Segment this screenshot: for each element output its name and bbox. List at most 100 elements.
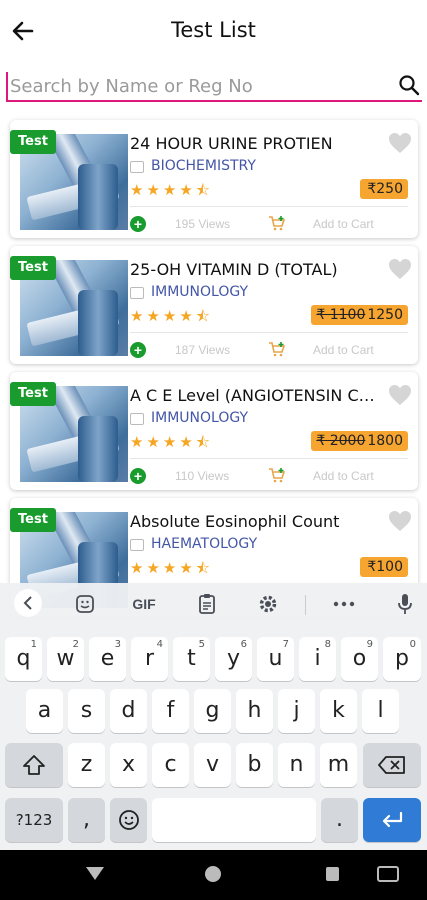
list-item[interactable]: Test 24 HOUR URINE PROTIEN BIOCHEMISTRY …: [10, 120, 418, 238]
key-t[interactable]: t5: [173, 637, 210, 681]
key-m[interactable]: m: [320, 743, 357, 787]
key-e[interactable]: e3: [89, 637, 126, 681]
backspace-key[interactable]: [363, 743, 421, 787]
key-z[interactable]: z: [68, 743, 105, 787]
divider: [130, 458, 408, 459]
key-label: q: [16, 646, 31, 671]
add-to-cart-button[interactable]: Add to Cart: [313, 343, 374, 357]
key-r[interactable]: r4: [131, 637, 168, 681]
key-f[interactable]: f: [152, 689, 189, 733]
key-q[interactable]: q1: [5, 637, 42, 681]
shift-icon: [23, 755, 45, 775]
enter-key[interactable]: [363, 798, 421, 842]
heart-icon[interactable]: [388, 258, 412, 280]
sticker-icon[interactable]: [72, 591, 98, 617]
more-icon[interactable]: [330, 591, 358, 617]
plus-icon[interactable]: +: [130, 468, 146, 484]
key-label: y: [226, 646, 241, 671]
test-category: HAEMATOLOGY: [151, 536, 258, 552]
key-n[interactable]: n: [278, 743, 315, 787]
key-hint: 0: [409, 639, 416, 650]
key-y[interactable]: y6: [215, 637, 252, 681]
price-old: ₹ 1100: [316, 307, 366, 323]
period-key[interactable]: .: [321, 798, 358, 842]
header: Test List: [0, 0, 427, 62]
price-tag: ₹ 2000 1800: [311, 431, 408, 451]
key-p[interactable]: p0: [383, 637, 421, 681]
list-item[interactable]: Test A C E Level (ANGIOTENSIN CO... IMMU…: [10, 372, 418, 490]
key-hint: 9: [366, 639, 373, 650]
gear-icon[interactable]: [255, 591, 281, 617]
system-nav-bar: [0, 850, 427, 900]
add-to-cart-button[interactable]: Add to Cart: [313, 217, 374, 231]
backspace-icon: [378, 756, 405, 774]
list-item[interactable]: Test 25-OH VITAMIN D (TOTAL) IMMUNOLOGY …: [10, 246, 418, 364]
key-hint: 5: [198, 639, 205, 650]
key-b[interactable]: b: [236, 743, 273, 787]
key-o[interactable]: o9: [341, 637, 378, 681]
emoji-key[interactable]: [110, 798, 147, 842]
search-icon[interactable]: [398, 74, 420, 96]
app-screen: Test List Test 24 HOUR URINE PROTIEN BIO…: [0, 0, 427, 900]
key-g[interactable]: g: [194, 689, 231, 733]
key-c[interactable]: c: [152, 743, 189, 787]
test-category: IMMUNOLOGY: [151, 410, 249, 426]
key-j[interactable]: j: [278, 689, 315, 733]
cart-icon[interactable]: [268, 341, 286, 357]
price-old: ₹ 2000: [316, 433, 366, 449]
key-s[interactable]: s: [68, 689, 105, 733]
plus-icon[interactable]: +: [130, 216, 146, 232]
key-v[interactable]: v: [194, 743, 231, 787]
key-hint: 4: [156, 639, 163, 650]
nav-back-icon[interactable]: [86, 867, 104, 880]
nav-recents-icon[interactable]: [326, 867, 339, 881]
test-badge: Test: [10, 382, 56, 406]
key-label: u: [268, 646, 283, 671]
gif-button[interactable]: GIF: [126, 591, 162, 617]
key-a[interactable]: a: [26, 689, 63, 733]
key-label: i: [314, 646, 321, 671]
key-h[interactable]: h: [236, 689, 273, 733]
key-label: o: [352, 646, 367, 671]
heart-icon[interactable]: [388, 510, 412, 532]
category-icon: [130, 287, 144, 299]
heart-icon[interactable]: [388, 132, 412, 154]
add-to-cart-button[interactable]: Add to Cart: [313, 469, 374, 483]
search-input[interactable]: [6, 72, 386, 100]
key-l[interactable]: l: [362, 689, 399, 733]
price-tag: ₹250: [360, 179, 408, 199]
key-hint: 6: [240, 639, 247, 650]
rating-stars: ★★★★⯪: [130, 182, 213, 199]
key-label: r: [144, 646, 155, 671]
heart-icon[interactable]: [388, 384, 412, 406]
key-d[interactable]: d: [110, 689, 147, 733]
price-current: 1250: [367, 307, 403, 323]
shift-key[interactable]: [5, 743, 63, 787]
cart-icon[interactable]: [268, 215, 286, 231]
space-key[interactable]: [152, 798, 316, 842]
nav-home-icon[interactable]: [205, 866, 221, 882]
key-k[interactable]: k: [320, 689, 357, 733]
key-hint: 7: [282, 639, 289, 650]
symbols-key[interactable]: ?123: [5, 798, 63, 842]
microphone-icon[interactable]: [393, 591, 417, 617]
comma-key[interactable]: ,: [68, 798, 105, 842]
key-label: p: [395, 646, 409, 671]
key-w[interactable]: w2: [47, 637, 84, 681]
plus-icon[interactable]: +: [130, 342, 146, 358]
key-i[interactable]: i8: [299, 637, 336, 681]
price-current: 1800: [367, 433, 403, 449]
key-x[interactable]: x: [110, 743, 147, 787]
search-bar: [6, 70, 422, 102]
test-badge: Test: [10, 130, 56, 154]
key-u[interactable]: u7: [257, 637, 294, 681]
cart-icon[interactable]: [268, 467, 286, 483]
clipboard-icon[interactable]: [194, 591, 220, 617]
test-name: 25-OH VITAMIN D (TOTAL): [130, 260, 338, 279]
category-icon: [130, 161, 144, 173]
category-icon: [130, 539, 144, 551]
chevron-left-icon[interactable]: [14, 589, 42, 617]
key-hint: 2: [72, 639, 79, 650]
keyboard-switch-icon[interactable]: [377, 866, 399, 882]
rating-stars: ★★★★⯪: [130, 308, 213, 325]
